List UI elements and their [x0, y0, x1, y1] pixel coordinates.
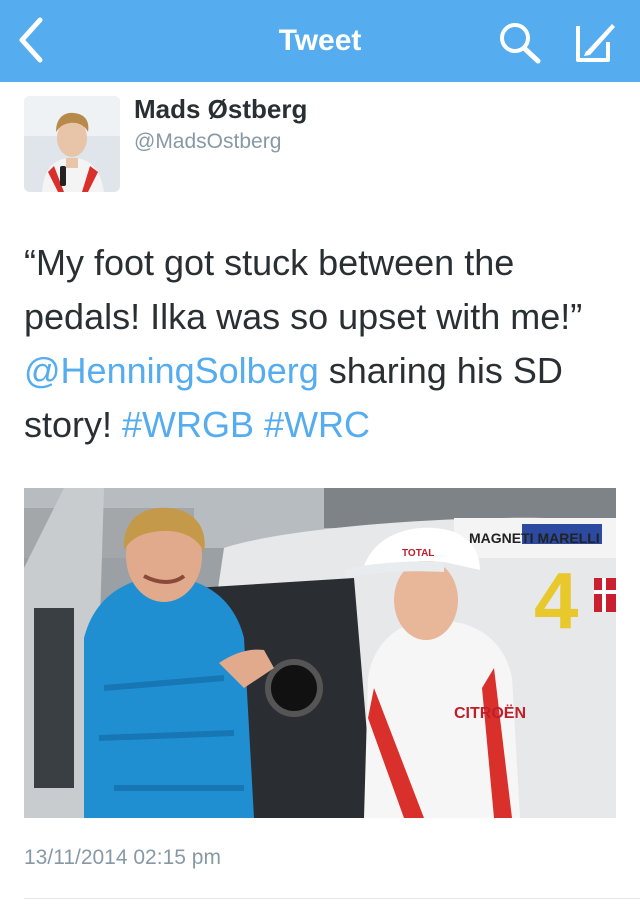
car-number: 4 [534, 556, 579, 645]
page-title: Tweet [278, 24, 362, 57]
chevron-left-icon[interactable] [10, 14, 54, 66]
cap-label: TOTAL [402, 548, 434, 559]
author-handle[interactable]: @MadsOstberg [134, 130, 281, 154]
divider [24, 898, 640, 899]
navigation-bar: Tweet [0, 0, 640, 82]
tweet-text: “My foot got stuck between the pedals! I… [24, 236, 614, 452]
tweet-text-part: “My foot got stuck between the pedals! I… [24, 242, 583, 337]
search-icon[interactable] [496, 20, 544, 64]
tweet-photo[interactable]: MAGNETI MARELLI 4 CITROËN TOTAL [24, 488, 616, 818]
avatar-image [24, 96, 120, 192]
avatar[interactable] [24, 96, 120, 192]
compose-icon[interactable] [568, 18, 618, 66]
hashtag-link[interactable]: #WRGB [122, 404, 254, 445]
author-name[interactable]: Mads Østberg [134, 94, 307, 125]
hashtag-link[interactable]: #WRC [264, 404, 370, 445]
mention-link[interactable]: @HenningSolberg [24, 350, 319, 391]
photo-image: MAGNETI MARELLI 4 CITROËN TOTAL [24, 488, 616, 818]
sponsor-label: MAGNETI MARELLI [469, 530, 600, 546]
timestamp: 13/11/2014 02:15 pm [24, 846, 221, 869]
brand-label: CITROËN [454, 704, 526, 722]
